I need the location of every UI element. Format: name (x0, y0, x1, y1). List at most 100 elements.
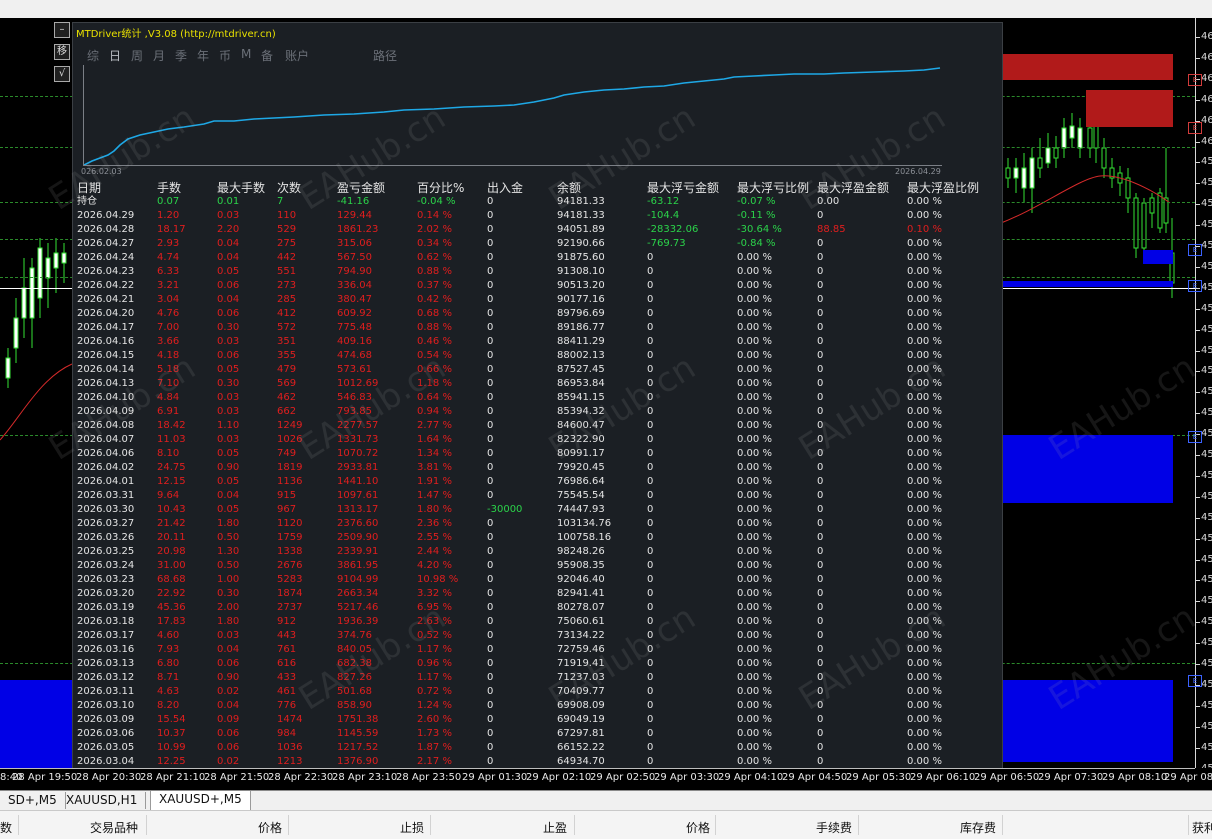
table-cell: 98248.26 (557, 546, 605, 557)
price-label: 45 (1201, 511, 1212, 523)
table-cell: 0 (487, 392, 494, 403)
table-cell: 1474 (277, 714, 303, 725)
chart-tab[interactable]: XAUUSD,H1 (58, 792, 147, 809)
menu-item-2[interactable]: 周 (131, 47, 143, 64)
menu-item-6[interactable]: 币 (219, 47, 231, 64)
column-separator (288, 815, 289, 835)
terminal-column-header[interactable]: 获利 (1192, 819, 1212, 836)
table-cell: 0.00 % (907, 448, 942, 459)
price-label: 45 (1201, 699, 1212, 711)
table-cell: 73134.22 (557, 630, 605, 641)
table-cell: 0 (817, 238, 824, 249)
terminal-column-header[interactable]: 价格 (686, 819, 710, 836)
table-cell: 7.93 (157, 644, 180, 655)
table-cell: 80991.17 (557, 448, 605, 459)
menu-item-0[interactable]: 综 (87, 47, 99, 64)
table-cell: 0.00 % (907, 588, 942, 599)
table-cell: 8.71 (157, 672, 180, 683)
table-cell: 1120 (277, 518, 303, 529)
price-label: 45 (1201, 344, 1212, 356)
table-cell: 0 (487, 210, 494, 221)
table-cell: 0.00 % (737, 630, 772, 641)
chart-tab[interactable]: XAUUSD+,M5 (150, 791, 251, 811)
table-cell: 793.85 (337, 406, 372, 417)
table-cell: 0 (487, 644, 494, 655)
terminal-column-header[interactable]: 手续费 (816, 819, 852, 836)
table-cell: 0.00 % (737, 280, 772, 291)
table-cell: 0.00 % (737, 742, 772, 753)
candle (1125, 168, 1131, 213)
price-label: 45 (1201, 553, 1212, 565)
time-label: 29 Apr 08:10 (1102, 772, 1168, 783)
table-cell: 0.62 % (417, 252, 452, 263)
table-cell: 1331.73 (337, 434, 379, 445)
minimize-button[interactable]: – (54, 22, 70, 38)
table-cell: 75545.54 (557, 490, 605, 501)
menu-item-3[interactable]: 月 (153, 47, 165, 64)
price-marker: E (1188, 280, 1202, 292)
table-cell: -0.84 % (737, 238, 776, 249)
price-chart[interactable]: 46 46 46 46 46 46 45 45 45 45 45 45 45 45 45 45 45 45 45 45… (0, 18, 1212, 768)
table-cell: 0 (487, 196, 494, 207)
menu-item-5[interactable]: 年 (197, 47, 209, 64)
table-cell: 0 (487, 672, 494, 683)
table-row: 2026.04.14 5.18 0.05 479 573.61 0.66 % 0 87527.… (77, 363, 997, 377)
table-row: 2026.03.26 20.11 0.50 1759 2509.90 2.55 % 0 100… (77, 531, 997, 545)
menu-item-4[interactable]: 季 (175, 47, 187, 64)
terminal-column-header[interactable]: 止盈 (543, 819, 567, 836)
terminal-column-header[interactable]: 交易品种 (90, 819, 138, 836)
table-cell: 0 (647, 630, 654, 641)
price-tick (1196, 475, 1200, 477)
terminal-column-header[interactable]: 价格 (258, 819, 282, 836)
table-cell: 0.00 % (737, 756, 772, 767)
table-cell: 10.43 (157, 504, 186, 515)
table-cell: 95908.35 (557, 560, 605, 571)
terminal-column-header[interactable]: 数 (0, 819, 12, 836)
zone-rectangle (1001, 435, 1173, 503)
table-cell: 0 (487, 378, 494, 389)
table-cell: 351 (277, 336, 297, 347)
table-row: 2026.03.25 20.98 1.30 1338 2339.91 2.44 % 0 982… (77, 545, 997, 559)
table-cell: 0.05 (217, 448, 240, 459)
price-scale[interactable]: 46 46 46 46 46 46 45 45 45 45 45 45 45 45 45 45 45 45 45 45… (1188, 18, 1212, 768)
price-tick (1196, 622, 1200, 624)
table-cell: 2026.03.12 (77, 672, 135, 683)
menu-item-10[interactable]: 路径 (373, 47, 397, 64)
table-cell: 0.00 % (737, 462, 772, 473)
table-row: 2026.03.18 17.83 1.80 912 1936.39 2.63 % 0 7506… (77, 615, 997, 629)
table-cell: 2026.03.16 (77, 644, 135, 655)
chart-tab[interactable]: SD+,M5 (0, 792, 66, 809)
table-cell: 0.66 % (417, 364, 452, 375)
table-cell: 0 (647, 476, 654, 487)
check-button[interactable]: √ (54, 66, 70, 82)
table-cell: 0 (647, 322, 654, 333)
price-tick (1196, 308, 1200, 310)
table-cell: 572 (277, 322, 297, 333)
table-cell: 1376.90 (337, 756, 379, 767)
table-cell: 18.17 (157, 224, 186, 235)
table-cell: 0.46 % (417, 336, 452, 347)
terminal-column-header[interactable]: 库存费 (960, 819, 996, 836)
menu-item-9[interactable]: 账户 (285, 47, 309, 64)
table-cell: 0.00 % (907, 574, 942, 585)
menu-item-1[interactable]: 日 (109, 47, 121, 64)
menu-item-7[interactable]: M (241, 47, 251, 61)
header-cell: 最大手数 (217, 181, 266, 195)
table-cell: 0.00 % (907, 350, 942, 361)
table-cell: 103134.76 (557, 518, 612, 529)
column-separator (146, 815, 147, 835)
candle (53, 238, 59, 293)
candle (1101, 138, 1107, 178)
menu-item-8[interactable]: 备 (261, 47, 273, 64)
table-cell: 0.03 (217, 210, 240, 221)
terminal-column-header[interactable]: 止损 (400, 819, 424, 836)
column-separator (1002, 815, 1003, 835)
time-label: 29 Apr 01:30 (462, 772, 528, 783)
table-cell: 0 (487, 532, 494, 543)
table-cell: 0 (487, 406, 494, 417)
table-cell: 持仓 (77, 196, 97, 207)
table-cell: 3.66 (157, 336, 180, 347)
price-tick (1196, 204, 1200, 206)
move-button[interactable]: 移 (54, 44, 70, 60)
table-cell: 0.03 (217, 630, 240, 641)
